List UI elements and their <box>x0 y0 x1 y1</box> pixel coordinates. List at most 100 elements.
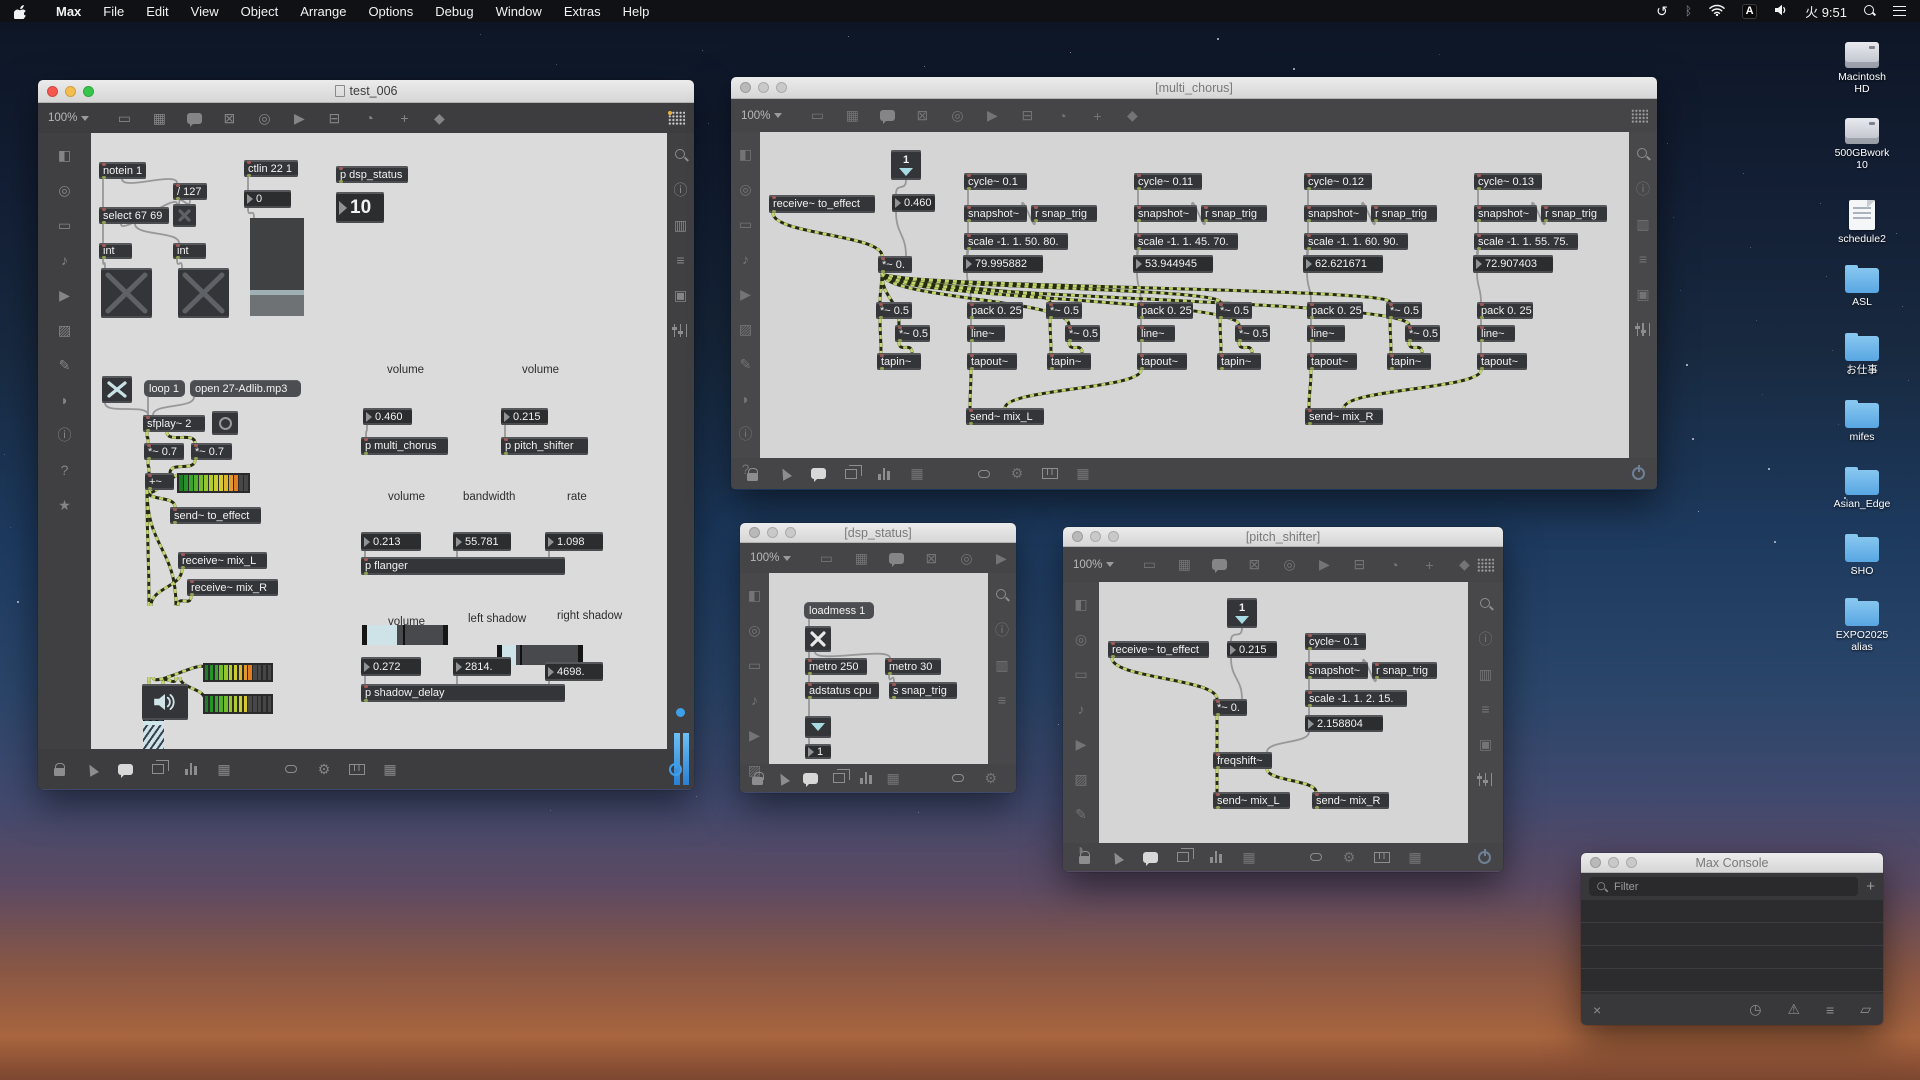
titlebar[interactable]: [multi_chorus] <box>731 77 1657 99</box>
zoom-control[interactable]: 100% <box>750 552 791 564</box>
close-box-icon[interactable]: ⊠ <box>220 110 238 126</box>
numbig-10[interactable]: 10 <box>336 192 384 223</box>
obj-p-pitch-shifter[interactable]: p pitch_shifter <box>501 437 588 455</box>
menu-item-edit[interactable]: Edit <box>135 0 179 22</box>
obj-receive-to-effect[interactable]: receive~ to_effect <box>1108 641 1209 658</box>
obj-ctlin-22-1[interactable]: ctlin 22 1 <box>244 160 298 177</box>
obj-scale-1-1-45-70[interactable]: scale -1. 1. 45. 70. <box>1134 233 1238 250</box>
obj-tapout[interactable]: tapout~ <box>1307 353 1357 370</box>
zoom-button[interactable] <box>1108 531 1119 542</box>
close-button[interactable] <box>1072 531 1083 542</box>
titlebar[interactable]: [dsp_status] <box>740 523 1016 543</box>
grid-icon[interactable]: ▦ <box>843 108 861 124</box>
grid-icon[interactable]: ▦ <box>381 761 399 777</box>
frame-icon[interactable]: ▭ <box>115 110 133 126</box>
audio-power-icon[interactable] <box>1627 466 1645 482</box>
obj-receive-mix-r[interactable]: receive~ mix_R <box>187 579 278 596</box>
umenu[interactable]: 1 <box>1227 598 1257 628</box>
num-0-272[interactable]: 0.272 <box>361 657 421 676</box>
link-icon[interactable] <box>1307 849 1325 865</box>
num-0-215[interactable]: 0.215 <box>501 408 548 425</box>
patch-canvas[interactable]: notein 1/ 127select 67 69intintctlin 22 … <box>91 133 667 749</box>
grid-icon[interactable]: ▦ <box>1074 466 1092 482</box>
info-icon[interactable]: ⓘ <box>1477 631 1495 647</box>
level-bars-icon[interactable] <box>1207 849 1225 865</box>
minus-box-icon[interactable]: ⊟ <box>1350 557 1368 573</box>
obj-line[interactable]: line~ <box>967 325 1005 342</box>
grid-icon[interactable]: ▦ <box>908 466 926 482</box>
mixer-icon[interactable] <box>672 322 690 338</box>
obj-0-7[interactable]: *~ 0.7 <box>191 443 232 460</box>
ezdac-speaker-button[interactable] <box>142 684 188 720</box>
titlebar[interactable]: [pitch_shifter] <box>1063 527 1503 547</box>
close-icon[interactable]: × <box>1593 1002 1601 1018</box>
columns-icon[interactable]: ▥ <box>1477 666 1495 682</box>
filter-input[interactable]: Filter <box>1589 877 1858 896</box>
image-icon[interactable]: ▨ <box>56 322 74 338</box>
obj-0-5[interactable]: *~ 0.5 <box>1386 302 1422 319</box>
plus-icon[interactable]: + <box>1420 557 1438 573</box>
obj-r-snap-trig[interactable]: r snap_trig <box>1201 205 1267 222</box>
menu-clock[interactable]: 火 9:51 <box>1805 2 1847 21</box>
columns-icon[interactable]: ▥ <box>672 217 690 233</box>
play-box-icon[interactable]: ▶ <box>983 108 1001 124</box>
menu-item-debug[interactable]: Debug <box>424 0 484 22</box>
clock-icon[interactable]: ◷ <box>1749 1001 1761 1018</box>
wifi-icon[interactable] <box>1709 4 1725 19</box>
comment-bubble-icon[interactable] <box>1210 557 1228 573</box>
frame-icon[interactable]: ▭ <box>1140 557 1158 573</box>
frame-icon[interactable]: ▭ <box>808 108 826 124</box>
zoom-button[interactable] <box>776 82 787 93</box>
info-icon[interactable]: ⓘ <box>672 182 690 198</box>
info-icon[interactable]: ⓘ <box>1634 181 1652 197</box>
obj-tapout[interactable]: tapout~ <box>967 353 1017 370</box>
obj-tapout[interactable]: tapout~ <box>1137 353 1187 370</box>
zoom-button[interactable] <box>1626 857 1637 868</box>
num-62-621671[interactable]: 62.621671 <box>1303 255 1383 273</box>
obj-adstatus-cpu[interactable]: adstatus cpu <box>805 682 879 699</box>
obj-snapshot[interactable]: snapshot~ <box>1474 205 1537 222</box>
grid-icon[interactable]: ▦ <box>1175 557 1193 573</box>
grid-icon[interactable]: ▦ <box>215 761 233 777</box>
num-0-460[interactable]: 0.460 <box>892 194 935 212</box>
obj-receive-to-effect[interactable]: receive~ to_effect <box>769 195 875 213</box>
grid-toggle-icon[interactable] <box>1631 109 1648 123</box>
obj-pack-0-25[interactable]: pack 0. 25 <box>1137 302 1193 319</box>
warning-icon[interactable]: ⚠ <box>1787 1001 1800 1018</box>
obj-snapshot[interactable]: snapshot~ <box>1304 205 1367 222</box>
desktop-icon-500gbwork-10[interactable]: 500GBwork 10 <box>1819 118 1905 171</box>
obj-int[interactable]: int <box>173 243 206 259</box>
obj-0-5[interactable]: *~ 0.5 <box>1235 325 1270 342</box>
cursor-icon[interactable] <box>778 770 788 786</box>
play-box-icon[interactable]: ▶ <box>992 550 1010 566</box>
camera-icon[interactable]: ▣ <box>1477 736 1495 752</box>
obj-cycle-0-12[interactable]: cycle~ 0.12 <box>1304 173 1372 190</box>
sequencer-icon[interactable]: ▶ <box>1072 736 1090 752</box>
close-button[interactable] <box>749 527 760 538</box>
obj-0-5[interactable]: *~ 0.5 <box>1046 302 1082 319</box>
num-0[interactable]: 0 <box>244 190 291 208</box>
cube-icon[interactable]: ◧ <box>746 587 764 603</box>
apple-menu-icon[interactable] <box>14 4 27 19</box>
dial-icon[interactable]: ◔ <box>360 110 378 126</box>
link-icon[interactable] <box>282 761 300 777</box>
num-2-158804[interactable]: 2.158804 <box>1305 715 1383 732</box>
obj-tapin[interactable]: tapin~ <box>1387 353 1431 370</box>
num-1-098[interactable]: 1.098 <box>545 532 603 551</box>
obj-cycle-0-11[interactable]: cycle~ 0.11 <box>1134 173 1202 190</box>
spotlight-icon[interactable] <box>1864 5 1876 17</box>
pencil-icon[interactable]: ✎ <box>1072 806 1090 822</box>
patch-canvas[interactable]: receive~ to_effect10.460*~ 0.cycle~ 0.1s… <box>760 132 1629 458</box>
obj-0-7[interactable]: *~ 0.7 <box>144 443 184 460</box>
note-icon[interactable]: ♪ <box>737 251 755 267</box>
wrench-icon[interactable]: ⚙ <box>1008 466 1026 482</box>
help-icon[interactable]: ? <box>56 462 74 478</box>
info-icon[interactable]: ⓘ <box>993 622 1011 638</box>
close-button[interactable] <box>740 82 751 93</box>
titlebar[interactable]: test_006 <box>38 80 694 103</box>
obj-receive-mix-l[interactable]: receive~ mix_L <box>178 552 267 569</box>
list-icon[interactable]: ≡ <box>1477 701 1495 717</box>
zoom-control[interactable]: 100% <box>1073 559 1114 571</box>
obj-tapout[interactable]: tapout~ <box>1477 353 1527 370</box>
obj-cycle-0-1[interactable]: cycle~ 0.1 <box>964 173 1027 190</box>
